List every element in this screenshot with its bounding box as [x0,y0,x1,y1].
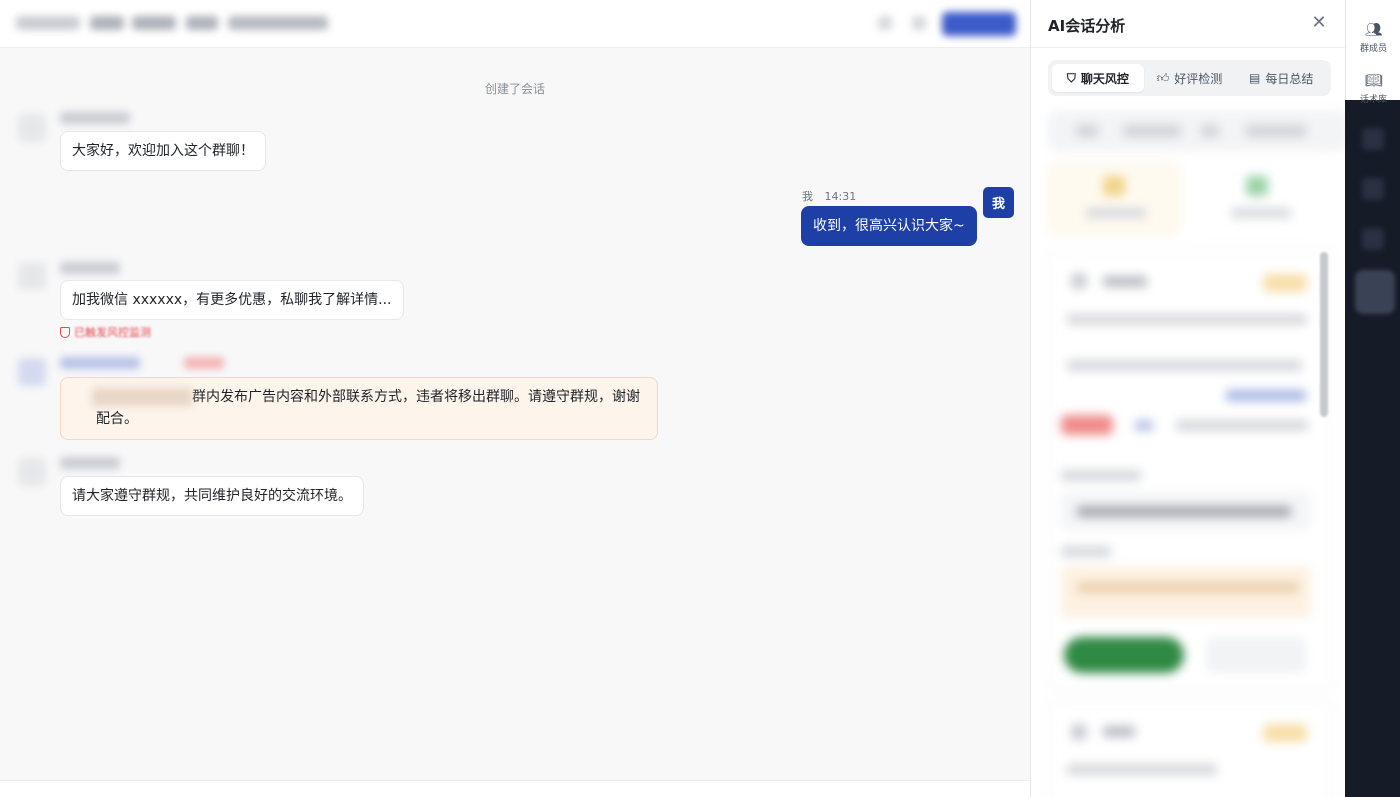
system-note: 创建了会话 [484,82,545,96]
sidebar-item-active[interactable] [1355,270,1395,314]
sidebar-item-scripts[interactable]: 📖︎ 话术库 [1346,73,1400,105]
avatar[interactable] [18,358,46,386]
sidebar-item-label: 群成员 [1359,44,1387,54]
sender-name: 我 [802,190,813,203]
tab-label: 好评检测 [1174,71,1223,86]
role-badge [184,357,224,369]
message-bubble[interactable]: 大家好，欢迎加入这个群聊！ [60,131,266,171]
sidebar-blurred-icon[interactable] [1362,178,1384,200]
avatar[interactable] [18,458,46,486]
message-bubble[interactable]: 请大家遵守群规，共同维护良好的交流环境。 [60,476,364,516]
sender-name [60,357,140,369]
risk-flag: 已触发风控监测 [60,324,151,340]
message-bubble[interactable]: 加我微信 xxxxxx，有更多优惠，私聊我了解详情... [60,280,404,320]
shield-icon [60,326,70,338]
close-icon[interactable]: ✕ [1310,14,1328,32]
shield-icon: ⛉ [1066,70,1076,85]
right-sidebar: 👥︎ 群成员 📖︎ 话术库 [1345,0,1400,797]
book-icon: 📖︎ [1364,73,1383,89]
tab-chat-risk[interactable]: ⛉ 聊天风控 [1052,64,1144,92]
document-icon: ▤ [1249,71,1261,85]
sidebar-item-members[interactable]: 👥︎ 群成员 [1346,22,1400,54]
blurred-prefix [92,388,192,406]
sidebar-top: 👥︎ 群成员 📖︎ 话术库 [1345,0,1400,105]
avatar[interactable] [18,262,46,290]
chat-header [0,0,1030,48]
ai-analysis-panel: AI会话分析 ✕ ⛉ 聊天风控 👍︎ 好评检测 ▤ 每日总结 [1030,0,1345,797]
avatar[interactable] [18,114,46,142]
analysis-tabs: ⛉ 聊天风控 👍︎ 好评检测 ▤ 每日总结 [1048,60,1331,96]
message-time: 14:31 [824,190,857,203]
sidebar-blurred-icon[interactable] [1362,128,1384,150]
my-message-meta: 我 14:31 [802,188,856,204]
panel-scrollbar[interactable] [1320,252,1328,417]
thumbs-up-icon: 👍︎ [1156,70,1170,85]
panel-title: AI会话分析 [1048,17,1126,35]
sidebar-item-label: 话术库 [1359,95,1387,105]
divider [1031,47,1345,48]
tab-review-detection[interactable]: 👍︎ 好评检测 [1144,64,1236,92]
sidebar-blurred-icon[interactable] [1362,228,1384,250]
chat-input-bar[interactable] [0,780,1030,797]
sender-name [60,112,130,124]
my-avatar[interactable]: 我 [983,187,1014,218]
tab-label: 每日总结 [1265,71,1314,86]
tab-label: 聊天风控 [1080,71,1129,86]
chat-area: 创建了会话 大家好，欢迎加入这个群聊！ 我 14:31 收到，很高兴认识大家~ … [0,0,1030,797]
sender-name [60,262,120,274]
members-icon: 👥︎ [1364,22,1383,38]
tab-daily-summary[interactable]: ▤ 每日总结 [1235,64,1327,92]
my-message-bubble[interactable]: 收到，很高兴认识大家~ [801,206,977,246]
sender-name [60,457,120,469]
risk-flag-label: 已触发风控监测 [74,326,151,339]
notice-bubble[interactable]: 群内发布广告内容和外部联系方式，违者将移出群聊。请遵守群规，谢谢配合。 [60,377,658,440]
